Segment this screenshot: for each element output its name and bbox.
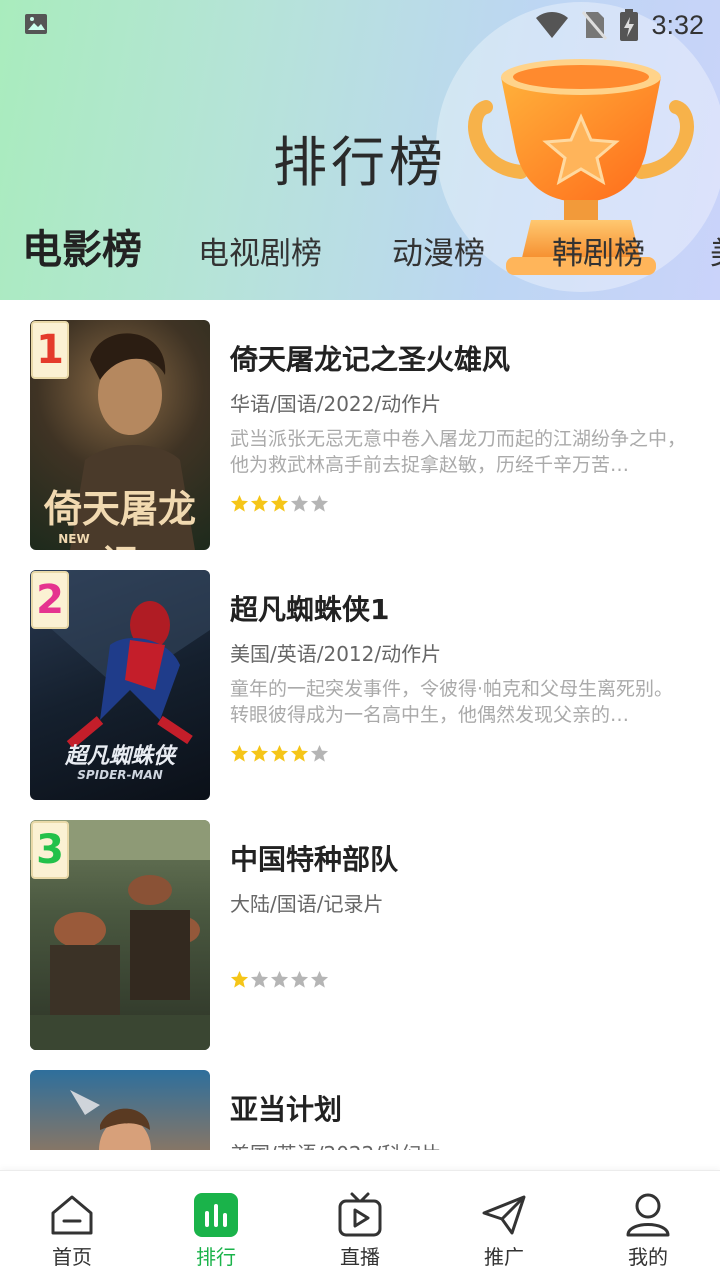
rank-badge: 3 bbox=[31, 821, 69, 879]
rank-number: 1 bbox=[36, 327, 64, 373]
star-icon bbox=[290, 494, 309, 512]
status-time: 3:32 bbox=[651, 9, 704, 40]
star-icon bbox=[270, 970, 289, 988]
nav-label: 推广 bbox=[484, 1245, 524, 1269]
home-icon bbox=[51, 1195, 93, 1235]
no-sim-icon bbox=[582, 11, 608, 40]
star-icon bbox=[310, 970, 329, 988]
star-icon bbox=[270, 744, 289, 762]
battery-icon bbox=[620, 9, 639, 41]
chart-icon bbox=[194, 1193, 238, 1237]
nav-label: 排行 bbox=[196, 1245, 236, 1269]
item-title: 超凡蜘蛛侠1 bbox=[230, 593, 390, 626]
header: 3:32 排行榜 电影榜 电视剧榜 动漫榜 韩剧榜 美 bbox=[0, 0, 720, 300]
image-icon bbox=[25, 14, 47, 34]
rank-badge: 1 bbox=[31, 321, 69, 379]
rating-stars bbox=[230, 494, 329, 513]
rank-badge: 2 bbox=[31, 571, 69, 629]
star-icon bbox=[230, 494, 249, 512]
nav-promote[interactable]: 推广 bbox=[454, 1191, 554, 1271]
tab-tv-series[interactable]: 电视剧榜 bbox=[198, 226, 322, 282]
rating-stars bbox=[230, 744, 329, 763]
star-icon bbox=[310, 494, 329, 512]
star-icon bbox=[290, 970, 309, 988]
star-icon bbox=[310, 744, 329, 762]
status-bar: 3:32 bbox=[0, 0, 720, 50]
list-item[interactable]: 亚当计划 美国/英语/2022/科幻片 bbox=[0, 1050, 720, 1150]
star-icon bbox=[230, 744, 249, 762]
poster-figure bbox=[70, 1090, 151, 1150]
item-description: 武当派张无忌无意中卷入屠龙刀而起的江湖纷争之中，他为救武林高手前去捉拿赵敏，历经… bbox=[230, 428, 687, 476]
star-icon bbox=[250, 494, 269, 512]
poster-tag: SPIDER-MAN bbox=[77, 768, 163, 782]
nav-profile[interactable]: 我的 bbox=[598, 1191, 698, 1271]
nav-label: 首页 bbox=[52, 1245, 92, 1269]
nav-ranking[interactable]: 排行 bbox=[166, 1191, 266, 1271]
item-description: 童年的一起突发事件，令彼得·帕克和父母生离死别。转眼彼得成为一名高中生，他偶然发… bbox=[230, 678, 674, 726]
list-item[interactable]: 3 中国特种部队 大陆/国语/记录片 bbox=[0, 800, 720, 1050]
ranking-list: 倚天屠龙记 NEW 1 倚天屠龙记之圣火雄风 华语/国语/2022/动作片 武当… bbox=[0, 300, 720, 1150]
list-item[interactable]: 超凡蜘蛛侠 SPIDER-MAN 2 超凡蜘蛛侠1 美国/英语/2012/动作片… bbox=[0, 550, 720, 800]
nav-home[interactable]: 首页 bbox=[22, 1191, 122, 1271]
nav-live[interactable]: 直播 bbox=[310, 1191, 410, 1271]
star-icon bbox=[250, 970, 269, 988]
star-icon bbox=[230, 970, 249, 988]
rating-stars bbox=[230, 970, 329, 989]
rank-number: 2 bbox=[36, 577, 64, 623]
item-meta: 华语/国语/2022/动作片 bbox=[230, 392, 442, 416]
star-icon bbox=[270, 494, 289, 512]
star-icon bbox=[250, 744, 269, 762]
item-meta: 大陆/国语/记录片 bbox=[230, 892, 384, 916]
bottom-nav: 首页 排行 直播 推广 我的 bbox=[0, 1170, 720, 1280]
nav-label: 我的 bbox=[628, 1245, 668, 1269]
tab-us-drama[interactable]: 美 bbox=[710, 226, 720, 282]
nav-label: 直播 bbox=[340, 1245, 380, 1269]
list-item[interactable]: 倚天屠龙记 NEW 1 倚天屠龙记之圣火雄风 华语/国语/2022/动作片 武当… bbox=[0, 300, 720, 550]
poster-caption: 超凡蜘蛛侠 bbox=[64, 744, 175, 769]
poster-image: 超凡蜘蛛侠 SPIDER-MAN 2 bbox=[30, 570, 210, 800]
star-icon bbox=[290, 744, 309, 762]
item-title: 亚当计划 bbox=[230, 1093, 343, 1126]
tab-korean-drama[interactable]: 韩剧榜 bbox=[552, 226, 645, 282]
item-meta: 美国/英语/2012/动作片 bbox=[230, 642, 442, 666]
rank-number: 3 bbox=[36, 827, 64, 873]
wifi-icon bbox=[536, 12, 569, 38]
send-icon bbox=[482, 1195, 526, 1235]
item-title: 倚天屠龙记之圣火雄风 bbox=[230, 343, 511, 376]
item-title: 中国特种部队 bbox=[230, 843, 399, 876]
item-meta: 美国/英语/2022/科幻片 bbox=[230, 1138, 441, 1150]
poster-image: 3 bbox=[30, 820, 210, 1050]
poster-image: 倚天屠龙记 NEW 1 bbox=[30, 320, 210, 550]
tv-icon bbox=[338, 1192, 382, 1237]
category-tabs: 电影榜 电视剧榜 动漫榜 韩剧榜 美 bbox=[0, 222, 720, 282]
tab-anime[interactable]: 动漫榜 bbox=[392, 226, 485, 282]
poster-image bbox=[30, 1070, 210, 1150]
poster-tag: NEW bbox=[58, 532, 90, 546]
tab-movies[interactable]: 电影榜 bbox=[22, 222, 142, 278]
user-icon bbox=[626, 1193, 670, 1237]
page-title: 排行榜 bbox=[273, 131, 447, 194]
